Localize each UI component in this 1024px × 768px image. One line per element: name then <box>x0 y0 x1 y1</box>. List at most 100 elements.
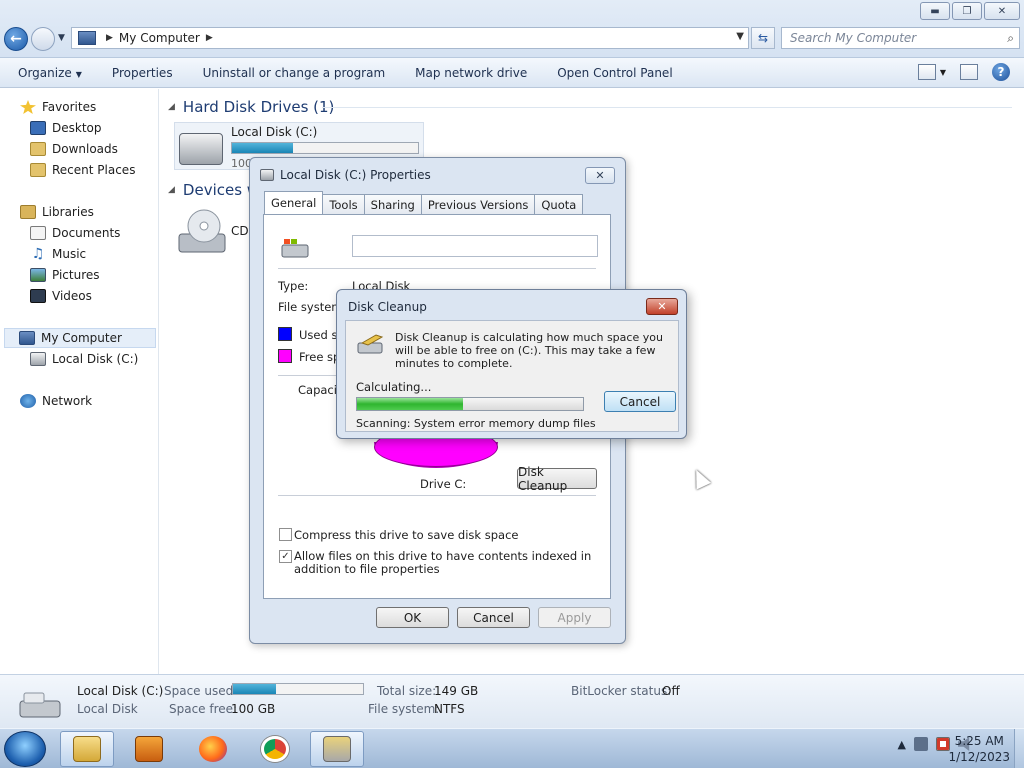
group-title: Hard Disk Drives (1) <box>182 98 335 116</box>
tab-sharing[interactable]: Sharing <box>363 194 422 214</box>
disk-cleanup-button[interactable]: Disk Cleanup <box>517 465 597 493</box>
organize-button[interactable]: Organize ▼ <box>18 66 82 80</box>
address-dropdown-icon[interactable]: ▼ <box>736 31 744 42</box>
used-space-swatch <box>278 327 292 341</box>
sidebar-item-label: Documents <box>52 226 121 240</box>
sidebar-item-network[interactable]: Network <box>20 391 92 411</box>
command-bar: Organize ▼ Properties Uninstall or change… <box>0 58 1024 88</box>
chrome-icon <box>261 736 289 762</box>
sidebar-item-music[interactable]: ♫ Music <box>30 244 86 264</box>
clock[interactable]: 5:25 AM 1/12/2023 <box>948 733 1010 765</box>
preview-pane-icon[interactable] <box>960 64 978 80</box>
desktop-icon <box>30 121 46 135</box>
sidebar-item-local-disk[interactable]: Local Disk (C:) <box>30 349 138 369</box>
change-view-icon[interactable] <box>917 64 936 80</box>
close-icon[interactable]: ✕ <box>585 167 615 184</box>
history-dropdown-icon[interactable]: ▼ <box>58 33 65 43</box>
clock-date: 1/12/2023 <box>948 750 1010 764</box>
cleanup-cancel-button[interactable]: Cancel <box>604 391 676 412</box>
sidebar-item-my-computer[interactable]: My Computer <box>4 328 156 348</box>
properties-dialog-title: Local Disk (C:) Properties <box>260 168 431 182</box>
breadcrumb-my-computer[interactable]: My Computer <box>119 31 200 45</box>
hard-drive-icon <box>260 169 274 181</box>
organize-label: Organize <box>18 65 72 80</box>
forward-button[interactable] <box>31 27 55 51</box>
chevron-down-icon: ▼ <box>75 69 82 79</box>
scanning-status: Scanning: System error memory dump files <box>356 417 596 430</box>
collapse-icon[interactable]: ◢ <box>168 185 175 195</box>
view-dropdown-icon[interactable]: ▼ <box>940 68 946 77</box>
clock-time: 5:25 AM <box>954 734 1004 748</box>
sidebar-item-videos[interactable]: Videos <box>30 286 92 306</box>
uninstall-program-button[interactable]: Uninstall or change a program <box>203 66 386 80</box>
mouse-cursor-icon <box>688 466 712 490</box>
taskbar-firefox[interactable] <box>186 731 240 767</box>
downloads-folder-icon <box>30 142 46 156</box>
open-control-panel-button[interactable]: Open Control Panel <box>557 66 672 80</box>
back-button[interactable]: ← <box>4 27 28 51</box>
maximize-button[interactable]: ❐ <box>952 2 982 20</box>
network-tray-icon[interactable] <box>914 737 928 751</box>
sidebar-item-desktop[interactable]: Desktop <box>30 118 102 138</box>
dialog-title-text: Local Disk (C:) Properties <box>280 168 431 182</box>
search-icon[interactable]: ⌕ <box>1007 31 1014 46</box>
sidebar-item-pictures[interactable]: Pictures <box>30 265 100 285</box>
free-space-swatch <box>278 349 292 363</box>
show-desktop-button[interactable] <box>1014 729 1024 768</box>
total-size-value: 149 GB <box>434 684 479 698</box>
compress-checkbox[interactable] <box>279 528 292 541</box>
properties-button[interactable]: Properties <box>112 66 173 80</box>
tab-general[interactable]: General <box>264 191 324 214</box>
disk-cleanup-message: Disk Cleanup is calculating how much spa… <box>395 331 663 370</box>
computer-icon <box>78 31 96 45</box>
bitlocker-value: Off <box>662 684 680 698</box>
compress-label: Compress this drive to save disk space <box>294 528 519 542</box>
map-network-drive-button[interactable]: Map network drive <box>415 66 527 80</box>
navigation-pane: Favorites Desktop Downloads Recent Place… <box>0 89 159 674</box>
sidebar-item-label: Recent Places <box>52 163 136 177</box>
index-checkbox[interactable]: ✓ <box>279 550 292 563</box>
tab-tools[interactable]: Tools <box>322 194 365 214</box>
show-hidden-icons-icon[interactable]: ▲ <box>898 738 906 751</box>
help-icon[interactable]: ? <box>992 63 1010 81</box>
drive-label-input[interactable] <box>352 235 598 257</box>
breadcrumb-separator-icon[interactable]: ▶ <box>106 33 113 43</box>
apply-button[interactable]: Apply <box>538 607 611 628</box>
cancel-button[interactable]: Cancel <box>457 607 530 628</box>
hard-disk-drives-group-header[interactable]: ◢ Hard Disk Drives (1) <box>168 98 334 116</box>
media-player-icon <box>135 736 163 762</box>
drive-name: Local Disk (C:) <box>231 125 318 139</box>
tab-previous-versions[interactable]: Previous Versions <box>420 194 536 214</box>
sidebar-item-downloads[interactable]: Downloads <box>30 139 118 159</box>
sidebar-item-recent-places[interactable]: Recent Places <box>30 160 135 180</box>
space-used-label: Space used: <box>164 684 238 698</box>
collapse-icon[interactable]: ◢ <box>168 102 175 112</box>
start-button[interactable] <box>4 731 46 767</box>
search-input[interactable]: Search My Computer ⌕ <box>781 27 1020 49</box>
disk-cleanup-title: Disk Cleanup <box>348 300 427 314</box>
close-icon[interactable]: ✕ <box>646 298 678 315</box>
sidebar-item-libraries[interactable]: Libraries <box>20 202 94 222</box>
taskbar-disk-cleanup[interactable] <box>310 731 364 767</box>
minimize-button[interactable]: ▬ <box>920 2 950 20</box>
recent-places-icon <box>30 163 46 177</box>
sidebar-item-label: Pictures <box>52 268 100 282</box>
star-icon <box>20 100 36 114</box>
taskbar-media-player[interactable] <box>122 731 176 767</box>
tab-quota[interactable]: Quota <box>534 194 584 214</box>
cd-drive-icon[interactable] <box>178 208 226 254</box>
ok-button[interactable]: OK <box>376 607 449 628</box>
disk-cleanup-icon <box>323 736 351 762</box>
sidebar-item-favorites[interactable]: Favorites <box>20 97 96 117</box>
address-bar[interactable]: ▶ My Computer ▶ ▼ <box>71 27 749 49</box>
refresh-button[interactable]: ⇆ <box>751 27 775 49</box>
breadcrumb-separator-icon[interactable]: ▶ <box>206 33 213 43</box>
cd-drive-label[interactable]: CD <box>231 224 249 238</box>
hard-drive-icon <box>281 239 309 258</box>
taskbar-chrome[interactable] <box>248 731 302 767</box>
pictures-icon <box>30 268 46 282</box>
sidebar-item-label: Network <box>42 394 93 408</box>
sidebar-item-documents[interactable]: Documents <box>30 223 120 243</box>
taskbar-explorer[interactable] <box>60 731 114 767</box>
close-button[interactable]: ✕ <box>984 2 1020 20</box>
